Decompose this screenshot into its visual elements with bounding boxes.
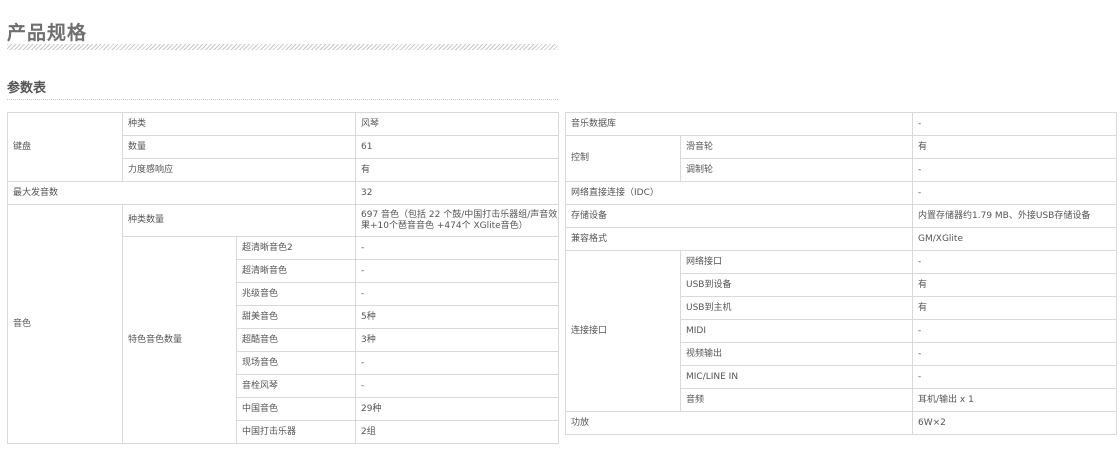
sub-label: MIDI xyxy=(679,319,914,343)
cell-value: GM/XGlite xyxy=(912,227,1118,251)
row-label-voices: 音色 xyxy=(7,204,123,444)
row-label-storage: 存储设备 xyxy=(564,204,914,228)
cell-value: - xyxy=(912,365,1118,389)
cell-value: 风琴 xyxy=(355,112,560,136)
cell-value: - xyxy=(912,112,1118,136)
cell-value: 61 xyxy=(355,135,560,159)
sub-sub-label: 甜美音色 xyxy=(235,305,357,329)
cell-value: - xyxy=(912,158,1118,182)
sub-label: USB到主机 xyxy=(679,296,914,320)
sub-label-special-voices: 特色音色数量 xyxy=(122,236,237,444)
table-row: 音色 种类数量 697 音色（包括 22 个鼓/中国打击乐器组/声音效果+10个… xyxy=(7,204,560,444)
row-label-control: 控制 xyxy=(565,135,681,182)
table-row: 兼容格式 GM/XGlite xyxy=(564,227,1118,251)
table-row: 连接接口 网络接口 - xyxy=(565,250,1118,412)
cell-value: 2组 xyxy=(355,420,560,444)
cell-value: 有 xyxy=(912,296,1118,320)
table-row: 音乐数据库 - xyxy=(564,112,1118,136)
cell-value: 有 xyxy=(912,135,1118,159)
sub-label: 力度感响应 xyxy=(121,158,357,182)
cell-value: 内置存储器约1.79 MB、外接USB存储设备 xyxy=(912,204,1118,228)
row-label-format: 兼容格式 xyxy=(564,227,914,251)
cell-value: 29种 xyxy=(355,397,560,421)
sub-label: 音频 xyxy=(679,388,914,412)
cell-value: 3种 xyxy=(355,328,560,352)
section-title: 参数表 xyxy=(7,81,47,96)
row-label-polyphony: 最大发音数 xyxy=(6,181,357,205)
sub-sub-label: 兆级音色 xyxy=(235,282,357,306)
table-row: 存储设备 内置存储器约1.79 MB、外接USB存储设备 xyxy=(564,204,1118,228)
cell-value: 5种 xyxy=(355,305,560,329)
section-divider xyxy=(7,99,558,100)
cell-value: - xyxy=(355,236,560,260)
sub-sub-label: 超清晰音色 xyxy=(235,259,357,283)
sub-sub-label: 超清晰音色2 xyxy=(235,236,357,260)
cell-value: - xyxy=(355,374,560,398)
table-row: 网络直接连接（IDC） - xyxy=(564,181,1118,205)
cell-value: 32 xyxy=(355,181,560,205)
sub-label: 种类数量 xyxy=(121,204,357,237)
sub-label: MIC/LINE IN xyxy=(679,365,914,389)
sub-label: 调制轮 xyxy=(679,158,914,182)
sub-label: 数量 xyxy=(121,135,357,159)
sub-label: 滑音轮 xyxy=(679,135,914,159)
cell-value: - xyxy=(912,181,1118,205)
cell-value: - xyxy=(355,282,560,306)
row-label-amp: 功放 xyxy=(564,411,914,435)
cell-value: 耳机/输出 x 1 xyxy=(912,388,1118,412)
spec-table-right: 音乐数据库 - 控制 滑音轮 有 调制轮 - 网络直接连接（IDC） - 存储设… xyxy=(564,112,1118,435)
table-row: 控制 滑音轮 有 xyxy=(565,135,1118,182)
page-title: 产品规格 xyxy=(7,22,88,44)
sub-label: 种类 xyxy=(121,112,357,136)
cell-value: 有 xyxy=(912,273,1118,297)
cell-value: - xyxy=(912,342,1118,366)
cell-value: 有 xyxy=(355,158,560,182)
sub-sub-label: 音栓风琴 xyxy=(235,374,357,398)
table-row: 功放 6W×2 xyxy=(564,411,1118,435)
sub-sub-label: 现场音色 xyxy=(235,351,357,375)
sub-label: USB到设备 xyxy=(679,273,914,297)
cell-value: 6W×2 xyxy=(912,411,1118,435)
cell-value: 697 音色（包括 22 个鼓/中国打击乐器组/声音效果+10个琶音音色 +47… xyxy=(355,204,560,237)
table-row: 键盘 种类 风琴 xyxy=(7,112,560,182)
spec-table-left: 键盘 种类 风琴 数量 61 力度感响应 有 最大发音数 32 音色 种类数量 … xyxy=(6,112,560,444)
sub-label: 网络接口 xyxy=(679,250,914,274)
sub-label: 视频输出 xyxy=(679,342,914,366)
table-row: 最大发音数 32 xyxy=(6,181,560,205)
row-label-idc: 网络直接连接（IDC） xyxy=(564,181,914,205)
cell-value: - xyxy=(912,250,1118,274)
row-label-music-db: 音乐数据库 xyxy=(564,112,914,136)
sub-sub-label: 中国音色 xyxy=(235,397,357,421)
title-divider xyxy=(7,44,558,50)
cell-value: - xyxy=(355,351,560,375)
sub-sub-label: 中国打击乐器 xyxy=(235,420,357,444)
row-label-keyboard: 键盘 xyxy=(7,112,123,182)
row-label-ports: 连接接口 xyxy=(565,250,681,412)
cell-value: - xyxy=(912,319,1118,343)
cell-value: - xyxy=(355,259,560,283)
sub-sub-label: 超酷音色 xyxy=(235,328,357,352)
